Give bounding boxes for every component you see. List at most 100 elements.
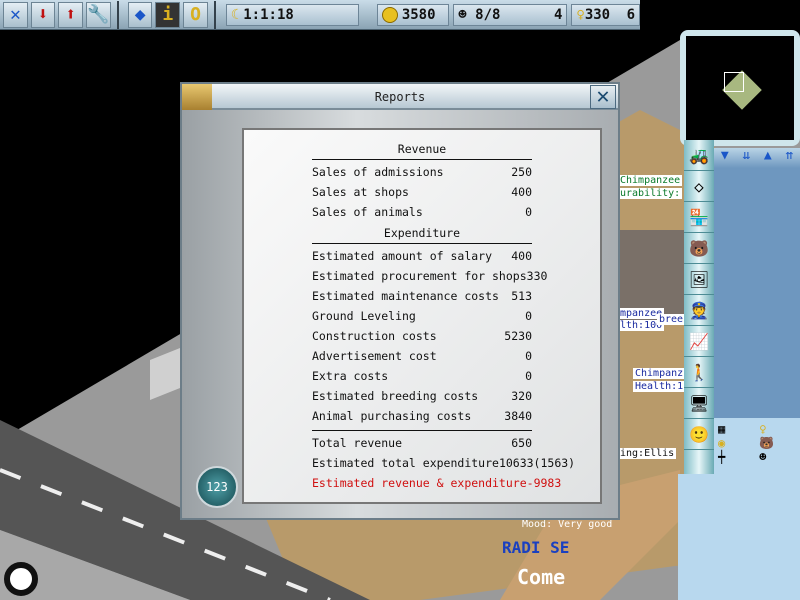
- row-value: 10633(1563): [498, 456, 576, 470]
- keys-display: ♀330 6: [571, 3, 641, 26]
- load-button[interactable]: ⬆: [58, 1, 84, 28]
- row-label: Estimated breeding costs: [312, 389, 479, 403]
- scroll-bottom-button[interactable]: ⇊: [742, 148, 750, 168]
- row-value: 650: [511, 436, 532, 450]
- map-label: Mood: Very good: [522, 519, 613, 530]
- row-label: Advertisement cost: [312, 349, 437, 363]
- money-value: 3580: [401, 6, 436, 23]
- ring-button[interactable]: O: [183, 1, 208, 28]
- row-label: Estimated amount of salary: [312, 249, 493, 263]
- face-icon[interactable]: ☻: [759, 450, 766, 464]
- visitors-display: ☻ 8/8 4: [453, 3, 568, 26]
- report-row: Ground Leveling 0: [312, 306, 532, 326]
- scroll-down-button[interactable]: ▼: [721, 148, 729, 168]
- dialog-titlebar[interactable]: Reports ✕: [182, 84, 618, 110]
- bear-icon[interactable]: 🐻: [759, 436, 774, 450]
- visitors-value: 8/8: [475, 6, 501, 23]
- slider-icon[interactable]: ┿: [718, 450, 725, 464]
- tile-icon[interactable]: ◇: [684, 171, 714, 202]
- close-button[interactable]: ✕: [590, 85, 616, 109]
- visitors-extra: 4: [553, 6, 563, 23]
- net-row: Estimated revenue & expenditure -9983: [312, 473, 561, 493]
- key-icon: ♀: [576, 6, 585, 23]
- row-label: Sales at shops: [312, 185, 409, 199]
- info-person-icon[interactable]: 🙂: [684, 419, 714, 450]
- row-label: Total revenue: [312, 436, 403, 450]
- row-value: 3840: [504, 409, 532, 423]
- info-panel: [678, 474, 800, 600]
- row-label: Animal purchasing costs: [312, 409, 472, 423]
- report-row: Sales at shops 400: [312, 182, 532, 202]
- scroll-up-button[interactable]: ▲: [764, 148, 772, 168]
- row-label: Sales of animals: [312, 205, 423, 219]
- map-label: bree: [657, 314, 686, 325]
- scroll-arrows: ▼ ⇊ ▲ ⇈: [714, 148, 800, 168]
- row-value: -9983: [526, 476, 562, 490]
- wrench-icon[interactable]: 🔧: [86, 1, 111, 28]
- monitor-icon[interactable]: 🖥: [684, 388, 714, 419]
- minimap[interactable]: [680, 30, 800, 146]
- map-label: urability:: [618, 188, 683, 199]
- report-row: Sales of admissions 250: [312, 162, 532, 182]
- report-row: Estimated total expenditure 10633(1563): [312, 453, 575, 473]
- report-row: Sales of animals 0: [312, 202, 532, 222]
- date-value: 1:1:18: [243, 6, 294, 23]
- top-toolbar: ✕ ⬇ ⬆ 🔧 ◆ i O ☾ 1:1:18 3580 ☻ 8/8 4 ♀330 6: [0, 0, 641, 30]
- scroll-top-button[interactable]: ⇈: [785, 148, 793, 168]
- row-value: 330: [526, 269, 548, 283]
- sign-text: Come: [517, 565, 566, 589]
- date-display: ☾ 1:1:18: [225, 3, 359, 26]
- money-display: 3580: [376, 3, 450, 26]
- panda-icon[interactable]: [4, 562, 38, 596]
- row-value: 513: [511, 289, 532, 303]
- coin-icon[interactable]: ◉: [718, 436, 725, 450]
- close-game-button[interactable]: ✕: [3, 1, 28, 28]
- coin-icon: [381, 6, 398, 23]
- row-value: 400: [511, 249, 532, 263]
- report-row: Advertisement cost 0: [312, 346, 532, 366]
- keeper-icon[interactable]: 👮: [684, 295, 714, 326]
- report-chart-icon[interactable]: 📈: [684, 326, 714, 357]
- row-value: 400: [511, 185, 532, 199]
- moon-icon: ☾: [230, 6, 240, 23]
- row-value: 0: [525, 205, 532, 219]
- report-row: Total revenue 650: [312, 433, 532, 453]
- map-label: Chimpanz: [633, 368, 686, 379]
- report-row: Animal purchasing costs 3840: [312, 406, 532, 426]
- report-row: Estimated breeding costs 320: [312, 386, 532, 406]
- face-icon: ☻: [458, 6, 467, 23]
- report-row: Estimated amount of salary 400: [312, 246, 532, 266]
- staff-icon[interactable]: 🖼: [684, 264, 714, 295]
- reports-dialog: Reports ✕ Revenue Sales of admissions 250 S…: [180, 82, 620, 520]
- row-value: 250: [511, 165, 532, 179]
- keys-extra: 6: [626, 6, 636, 23]
- row-label: Extra costs: [312, 369, 389, 383]
- visitor-icon[interactable]: 🚶: [684, 357, 714, 388]
- layers-button[interactable]: ◆: [127, 1, 153, 28]
- report-row: Construction costs 5230: [312, 326, 532, 346]
- filter-icons: ▦ ♀ ◉ 🐻 ┿ ☻: [714, 418, 800, 474]
- report-sheet: Revenue Sales of admissions 250 Sales at s…: [242, 128, 602, 504]
- bulldozer-icon[interactable]: 🚜: [684, 140, 714, 171]
- animal-icon[interactable]: 🐻: [684, 233, 714, 264]
- row-value: 320: [511, 389, 532, 403]
- revenue-header: Revenue: [312, 138, 532, 160]
- side-toolbar: 🚜 ◇ 🏪 🐻 🖼 👮 📈 🚶 🖥 🙂: [684, 140, 714, 481]
- row-label: Ground Leveling: [312, 309, 416, 323]
- minimap-viewport[interactable]: [724, 72, 744, 92]
- map-label: Health:1: [633, 381, 686, 392]
- key-icon[interactable]: ♀: [759, 422, 766, 436]
- shop-icon[interactable]: 🏪: [684, 202, 714, 233]
- report-row: Estimated procurement for shops 330: [312, 266, 547, 286]
- row-label: Construction costs: [312, 329, 437, 343]
- dialog-title: Reports: [374, 90, 426, 104]
- row-label: Sales of admissions: [312, 165, 444, 179]
- keys-value: 330: [584, 6, 611, 23]
- info-button[interactable]: i: [155, 1, 181, 28]
- row-value: 0: [525, 369, 532, 383]
- row-label: Estimated total expenditure: [312, 456, 499, 470]
- page-badge[interactable]: 123: [196, 466, 238, 508]
- save-button[interactable]: ⬇: [30, 1, 56, 28]
- grid-icon[interactable]: ▦: [718, 422, 725, 436]
- sign-text: RADI SE: [502, 538, 570, 557]
